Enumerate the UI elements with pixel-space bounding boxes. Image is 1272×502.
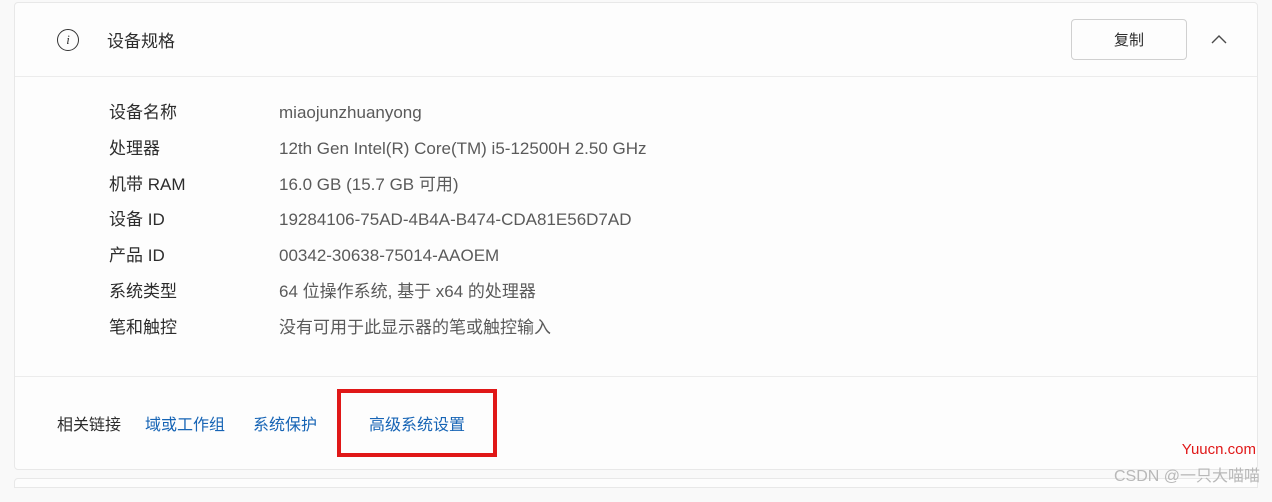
next-card-preview (14, 478, 1258, 488)
spec-value: 没有可用于此显示器的笔或触控输入 (279, 316, 551, 340)
watermark-site: Yuucn.com (1182, 441, 1256, 458)
spec-label: 系统类型 (109, 280, 279, 304)
card-footer: 相关链接 域或工作组 系统保护 高级系统设置 (15, 376, 1257, 469)
link-advanced-system-settings[interactable]: 高级系统设置 (369, 417, 465, 434)
spec-value: 16.0 GB (15.7 GB 可用) (279, 173, 459, 197)
spec-row-pen-touch: 笔和触控 没有可用于此显示器的笔或触控输入 (109, 316, 1233, 340)
info-icon: i (57, 29, 79, 51)
highlight-box: 高级系统设置 (337, 389, 497, 457)
device-specs-card: i 设备规格 复制 设备名称 miaojunzhuanyong 处理器 12th… (14, 2, 1258, 470)
spec-value: 00342-30638-75014-AAOEM (279, 244, 499, 268)
watermark-author: CSDN @一只大喵喵 (1114, 462, 1260, 486)
spec-row-device-id: 设备 ID 19284106-75AD-4B4A-B474-CDA81E56D7… (109, 208, 1233, 232)
spec-label: 产品 ID (109, 244, 279, 268)
specs-body: 设备名称 miaojunzhuanyong 处理器 12th Gen Intel… (15, 77, 1257, 376)
spec-label: 设备 ID (109, 208, 279, 232)
spec-label: 机带 RAM (109, 173, 279, 197)
link-domain-workgroup[interactable]: 域或工作组 (145, 411, 225, 435)
section-title: 设备规格 (107, 27, 1071, 52)
spec-value: 19284106-75AD-4B4A-B474-CDA81E56D7AD (279, 208, 632, 232)
spec-row-processor: 处理器 12th Gen Intel(R) Core(TM) i5-12500H… (109, 137, 1233, 161)
spec-row-product-id: 产品 ID 00342-30638-75014-AAOEM (109, 244, 1233, 268)
spec-value: 64 位操作系统, 基于 x64 的处理器 (279, 280, 536, 304)
spec-value: 12th Gen Intel(R) Core(TM) i5-12500H 2.5… (279, 137, 647, 161)
spec-row-ram: 机带 RAM 16.0 GB (15.7 GB 可用) (109, 173, 1233, 197)
card-header: i 设备规格 复制 (15, 3, 1257, 77)
spec-label: 设备名称 (109, 101, 279, 125)
copy-button[interactable]: 复制 (1071, 19, 1187, 60)
related-links-label: 相关链接 (57, 411, 121, 435)
spec-label: 笔和触控 (109, 316, 279, 340)
spec-row-system-type: 系统类型 64 位操作系统, 基于 x64 的处理器 (109, 280, 1233, 304)
spec-row-device-name: 设备名称 miaojunzhuanyong (109, 101, 1233, 125)
spec-value: miaojunzhuanyong (279, 101, 422, 125)
chevron-up-icon (1211, 35, 1227, 45)
collapse-toggle[interactable] (1205, 26, 1233, 54)
link-system-protection[interactable]: 系统保护 (253, 411, 317, 435)
spec-label: 处理器 (109, 137, 279, 161)
